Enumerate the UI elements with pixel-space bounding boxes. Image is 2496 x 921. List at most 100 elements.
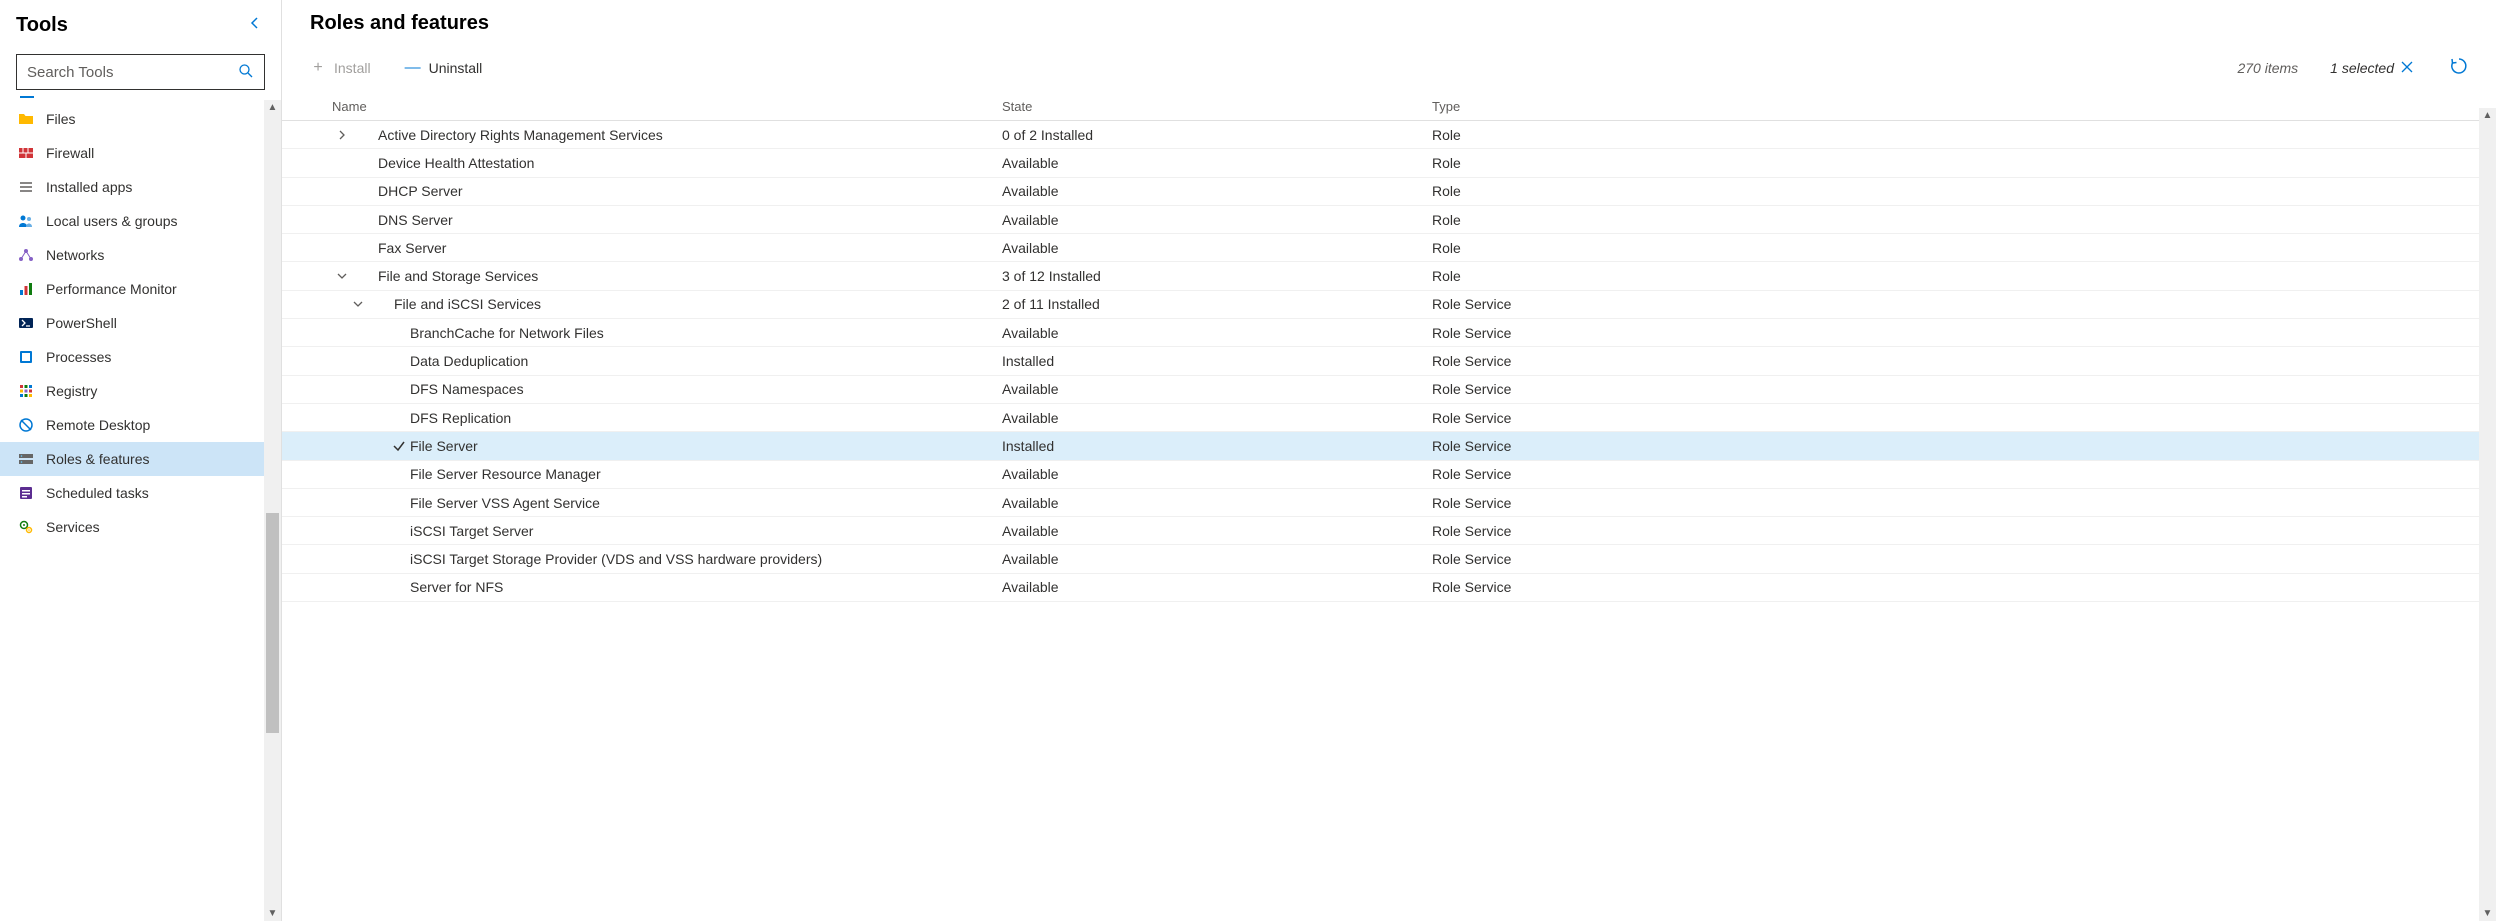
selection-pill[interactable]: 1 selected xyxy=(2330,60,2414,77)
row-state: Available xyxy=(1002,183,1432,199)
sidebar-item-label: Local users & groups xyxy=(46,213,178,229)
scroll-up-icon[interactable]: ▲ xyxy=(268,100,278,115)
table-row[interactable]: Fax ServerAvailableRole xyxy=(282,234,2496,262)
roles-grid: Active Directory Rights Management Servi… xyxy=(282,121,2496,921)
collapse-sidebar-button[interactable] xyxy=(245,12,265,38)
row-type: Role Service xyxy=(1432,381,2496,397)
sidebar-item-networks[interactable]: Networks xyxy=(0,238,281,272)
table-row[interactable]: File and iSCSI Services2 of 11 Installed… xyxy=(282,291,2496,319)
rdp-icon xyxy=(18,417,34,433)
scroll-up-icon[interactable]: ▲ xyxy=(2483,108,2493,123)
sidebar-header: Tools xyxy=(0,0,281,46)
row-state: Available xyxy=(1002,381,1432,397)
close-icon xyxy=(2400,60,2414,74)
tasks-icon xyxy=(18,485,34,501)
table-row[interactable]: Active Directory Rights Management Servi… xyxy=(282,121,2496,149)
roles-icon xyxy=(18,451,34,467)
expand-toggle[interactable] xyxy=(328,130,356,140)
row-type: Role Service xyxy=(1432,579,2496,595)
grid-scrollbar[interactable]: ▲ ▼ xyxy=(2479,108,2496,921)
row-type: Role Service xyxy=(1432,410,2496,426)
sidebar-item-label: Remote Desktop xyxy=(46,417,150,433)
check-icon xyxy=(388,439,410,453)
refresh-button[interactable] xyxy=(2450,57,2468,80)
perf-icon xyxy=(18,281,34,297)
row-name: File Server VSS Agent Service xyxy=(410,495,1002,511)
scrollbar-thumb[interactable] xyxy=(266,513,279,733)
row-name: File and iSCSI Services xyxy=(394,296,1002,312)
row-name: DFS Replication xyxy=(410,410,1002,426)
table-row[interactable]: File and Storage Services3 of 12 Install… xyxy=(282,262,2496,290)
sidebar-item-label: Installed apps xyxy=(46,179,132,195)
column-header-state[interactable]: State xyxy=(1002,99,1432,114)
row-name: Active Directory Rights Management Servi… xyxy=(378,127,1002,143)
sidebar-scrollbar[interactable]: ▲ ▼ xyxy=(264,100,281,921)
table-row[interactable]: iSCSI Target ServerAvailableRole Service xyxy=(282,517,2496,545)
main-header: Roles and features xyxy=(282,0,2496,43)
scroll-down-icon[interactable]: ▼ xyxy=(2483,906,2493,921)
search-input[interactable] xyxy=(27,64,238,81)
sidebar-item-roles-features[interactable]: Roles & features xyxy=(0,442,281,476)
network-icon xyxy=(18,247,34,263)
sidebar-item-performance-monitor[interactable]: Performance Monitor xyxy=(0,272,281,306)
sidebar-item-local-users-groups[interactable]: Local users & groups xyxy=(0,204,281,238)
table-row[interactable]: File Server VSS Agent ServiceAvailableRo… xyxy=(282,489,2496,517)
expand-toggle[interactable] xyxy=(344,299,372,309)
column-header-type[interactable]: Type xyxy=(1432,99,2496,114)
table-row[interactable]: Data DeduplicationInstalledRole Service xyxy=(282,347,2496,375)
table-row[interactable]: Device Health AttestationAvailableRole xyxy=(282,149,2496,177)
firewall-icon xyxy=(18,145,34,161)
powershell-icon xyxy=(18,315,34,331)
sidebar-item-installed-apps[interactable]: Installed apps xyxy=(0,170,281,204)
table-row[interactable]: DFS ReplicationAvailableRole Service xyxy=(282,404,2496,432)
sidebar-title: Tools xyxy=(16,14,68,37)
row-type: Role Service xyxy=(1432,296,2496,312)
toolbar: + Install — Uninstall 270 items 1 select… xyxy=(282,43,2496,93)
table-row[interactable]: File Server Resource ManagerAvailableRol… xyxy=(282,461,2496,489)
sidebar-item-processes[interactable]: Processes xyxy=(0,340,281,374)
sidebar-item-label: Scheduled tasks xyxy=(46,485,149,501)
row-state: Available xyxy=(1002,579,1432,595)
install-button[interactable]: + Install xyxy=(302,53,379,83)
table-row[interactable]: Server for NFSAvailableRole Service xyxy=(282,574,2496,602)
users-icon xyxy=(18,213,34,229)
registry-icon xyxy=(18,383,34,399)
row-state: Available xyxy=(1002,325,1432,341)
row-state: Available xyxy=(1002,495,1432,511)
sidebar-item-services[interactable]: Services xyxy=(0,510,281,544)
row-state: 0 of 2 Installed xyxy=(1002,127,1432,143)
uninstall-button[interactable]: — Uninstall xyxy=(397,53,491,83)
sidebar-item-files[interactable]: Files xyxy=(0,102,281,136)
table-row[interactable]: DNS ServerAvailableRole xyxy=(282,206,2496,234)
row-state: Available xyxy=(1002,155,1432,171)
row-name: File Server Resource Manager xyxy=(410,466,1002,482)
row-name: Server for NFS xyxy=(410,579,1002,595)
row-type: Role Service xyxy=(1432,438,2496,454)
list-icon xyxy=(18,179,34,195)
table-row[interactable]: iSCSI Target Storage Provider (VDS and V… xyxy=(282,545,2496,573)
table-row[interactable]: DFS NamespacesAvailableRole Service xyxy=(282,376,2496,404)
sidebar-item-label: Performance Monitor xyxy=(46,281,177,297)
scroll-down-icon[interactable]: ▼ xyxy=(268,906,278,921)
sidebar-item-label: Services xyxy=(46,519,100,535)
table-row[interactable]: BranchCache for Network FilesAvailableRo… xyxy=(282,319,2496,347)
row-type: Role xyxy=(1432,268,2496,284)
table-row[interactable]: File ServerInstalledRole Service xyxy=(282,432,2496,460)
clear-selection-button[interactable] xyxy=(2400,60,2414,77)
row-type: Role xyxy=(1432,127,2496,143)
sidebar-item-firewall[interactable]: Firewall xyxy=(0,136,281,170)
row-type: Role Service xyxy=(1432,353,2496,369)
sidebar-item-scheduled-tasks[interactable]: Scheduled tasks xyxy=(0,476,281,510)
row-name: DFS Namespaces xyxy=(410,381,1002,397)
row-name: Fax Server xyxy=(378,240,1002,256)
sidebar-item-powershell[interactable]: PowerShell xyxy=(0,306,281,340)
sidebar-item-registry[interactable]: Registry xyxy=(0,374,281,408)
search-tools-box[interactable] xyxy=(16,54,265,90)
sidebar-item-remote-desktop[interactable]: Remote Desktop xyxy=(0,408,281,442)
column-header-name[interactable]: Name xyxy=(282,99,1002,114)
expand-toggle[interactable] xyxy=(328,271,356,281)
sidebar-item-label: Roles & features xyxy=(46,451,150,467)
services-icon xyxy=(18,519,34,535)
row-state: Available xyxy=(1002,240,1432,256)
table-row[interactable]: DHCP ServerAvailableRole xyxy=(282,178,2496,206)
